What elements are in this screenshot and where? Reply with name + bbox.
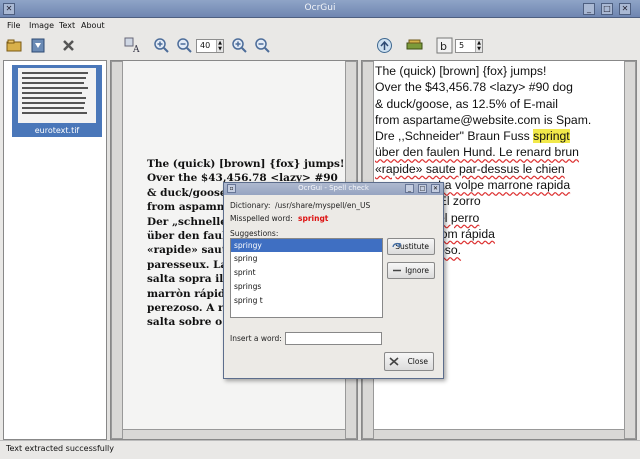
close-button[interactable]: Close — [384, 352, 434, 371]
ocr-line: from aspartame@website.com is Spam. — [375, 112, 625, 128]
scan-line: salta sopra il — [147, 273, 224, 286]
suggestion-item[interactable]: sprint — [231, 266, 382, 279]
scan-line: «rapide» sautе — [147, 244, 234, 257]
ocr-text-segment: & duck/goose, as 12.5% of E-mail — [375, 96, 558, 111]
scan-line: paresseux. La — [147, 258, 228, 271]
open-folder-icon[interactable] — [6, 37, 23, 54]
suggestions-label: Suggestions: — [230, 229, 279, 238]
substitute-button[interactable]: Sustitute — [387, 238, 435, 255]
thumbnail-panel: eurotext.tif — [3, 60, 107, 440]
window-title: OcrGui — [304, 3, 336, 13]
status-text: Text extracted successfully — [6, 444, 115, 453]
thumbnail-label: eurotext.tif — [34, 126, 80, 135]
scan-line: The (quick) [brown] {fox} jumps! — [147, 158, 345, 170]
dictionary-label: Dictionary: — [230, 201, 271, 210]
scan-line: salta sobre o c — [147, 316, 233, 329]
zoom-original-icon[interactable] — [254, 37, 271, 54]
suggestion-item[interactable]: spring — [231, 252, 382, 265]
highlighted-word: springt — [533, 129, 570, 144]
ocr-line: & duck/goose, as 12.5% of E-mail — [375, 96, 625, 112]
insert-word-input[interactable] — [285, 332, 382, 345]
font-size-spinbox[interactable]: 5 ▲ ▼ — [455, 39, 483, 53]
svg-text:b: b — [440, 40, 447, 53]
suggestion-item[interactable]: springs — [231, 280, 382, 293]
suggestion-item[interactable]: springy — [231, 239, 382, 252]
menu-about[interactable]: About — [81, 21, 105, 30]
thumbnail-item[interactable]: eurotext.tif — [12, 65, 102, 137]
delete-icon[interactable] — [60, 37, 77, 54]
dialog-title-bar[interactable]: ▫ OcrGui - Spell check _ □ ✕ — [224, 183, 443, 195]
dictionary-value: /usr/share/myspell/en_US — [275, 201, 371, 210]
ocr-extract-icon[interactable]: A — [124, 37, 141, 54]
dialog-minimize-icon[interactable]: _ — [405, 184, 414, 193]
zoom-level-spinbox[interactable]: 40 ▲ ▼ — [196, 39, 224, 53]
ocr-text-segment: The (quick) [brown] {fox} jumps! — [375, 64, 547, 78]
dialog-close-icon[interactable]: ✕ — [431, 184, 440, 193]
scan-line: Der „schnelle" — [147, 215, 233, 228]
ocr-text-segment: Over the $43,456.78 <lazy> #90 dog — [375, 80, 573, 95]
ocr-line: Over the $43,456.78 <lazy> #90 dog — [375, 79, 625, 95]
spell-check-icon[interactable] — [406, 37, 423, 54]
font-size-value: 5 — [459, 41, 465, 50]
spin-arrows-icon[interactable]: ▲ ▼ — [475, 40, 482, 52]
spell-check-dialog: ▫ OcrGui - Spell check _ □ ✕ Dictionary:… — [223, 182, 444, 379]
misspelled-word: springt — [298, 214, 329, 223]
ocr-line: über den faulen Hund. Le renard brun — [375, 144, 625, 160]
zoom-level-value: 40 — [200, 41, 211, 50]
font-icon[interactable]: b — [436, 37, 453, 54]
close-x-icon — [389, 357, 399, 366]
zoom-out-icon[interactable] — [176, 37, 193, 54]
ocr-line: Dre ,,Schneider" Braun Fuss springt — [375, 128, 625, 144]
misspelled-text: über den faulen Hund. Le renard brun — [375, 145, 579, 160]
image-horizontal-scrollbar[interactable] — [123, 429, 345, 439]
text-horizontal-scrollbar[interactable] — [374, 429, 624, 439]
close-icon[interactable]: ✕ — [619, 3, 631, 15]
ignore-icon — [393, 269, 401, 272]
ignore-label: Ignore — [405, 266, 429, 275]
thumbnail-image — [18, 68, 96, 123]
maximize-icon[interactable]: □ — [601, 3, 613, 15]
dialog-maximize-icon[interactable]: □ — [418, 184, 427, 193]
menu-file[interactable]: File — [7, 21, 20, 30]
status-bar: Text extracted successfully — [0, 440, 640, 459]
zoom-fit-icon[interactable] — [231, 37, 248, 54]
scan-line: marròn rápido — [147, 287, 233, 300]
scan-line: perezoso. A ra — [147, 302, 231, 315]
main-window: ✕ OcrGui _ □ ✕ File Image Text About A 4… — [0, 0, 640, 459]
insert-word-label: Insert a word: — [230, 334, 282, 343]
export-text-icon[interactable] — [376, 37, 393, 54]
substitute-icon — [392, 242, 401, 248]
minimize-icon[interactable]: _ — [583, 3, 595, 15]
menu-text[interactable]: Text — [59, 21, 75, 30]
ocr-text-segment: Dre ,,Schneider" Braun Fuss — [375, 129, 534, 144]
svg-text:A: A — [132, 45, 140, 54]
ocr-text-segment: from aspartame@website.com is Spam. — [375, 112, 592, 127]
menu-bar: File Image Text About — [0, 18, 640, 34]
toolbar: A 40 ▲ ▼ b 5 ▲ ▼ — [0, 34, 640, 58]
close-label: Close — [407, 357, 428, 366]
import-image-icon[interactable] — [30, 37, 47, 54]
zoom-in-icon[interactable] — [153, 37, 170, 54]
title-bar[interactable]: ✕ OcrGui _ □ ✕ — [0, 0, 640, 18]
text-vertical-scrollbar-right[interactable] — [624, 61, 636, 439]
misspelled-text: «rapide» saute par-dessus le chien — [375, 161, 565, 176]
spin-arrows-icon[interactable]: ▲ ▼ — [216, 40, 223, 52]
image-vertical-scrollbar[interactable] — [111, 61, 123, 439]
ignore-button[interactable]: Ignore — [387, 262, 435, 279]
menu-image[interactable]: Image — [29, 21, 54, 30]
ocr-line: The (quick) [brown] {fox} jumps! — [375, 63, 625, 79]
suggestion-item[interactable]: spring t — [231, 294, 382, 307]
misspelled-label: Misspelled word: — [230, 214, 293, 223]
ocr-line: «rapide» saute par-dessus le chien — [375, 161, 625, 177]
suggestions-list[interactable]: springy spring sprint springs spring t — [230, 238, 383, 318]
